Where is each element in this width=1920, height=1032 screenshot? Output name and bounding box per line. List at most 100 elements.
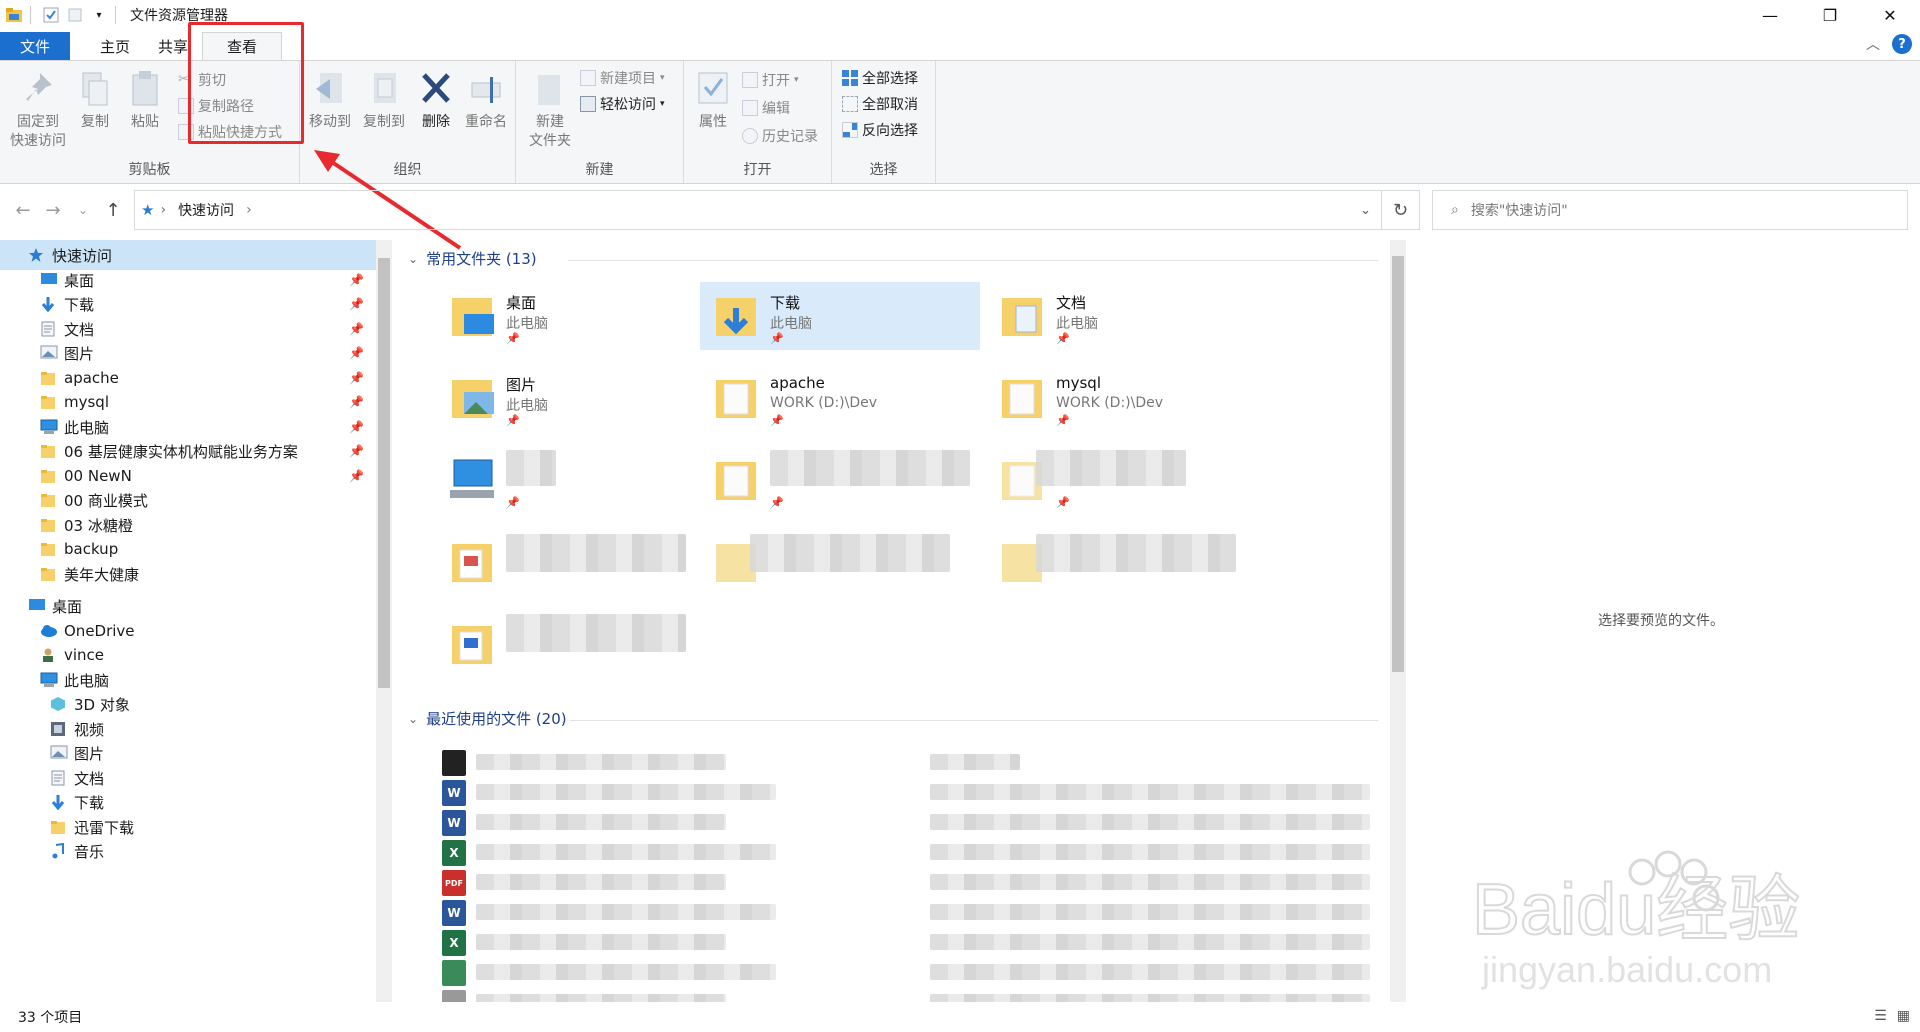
picture-icon bbox=[40, 345, 58, 361]
open-label: 打开 bbox=[762, 73, 790, 89]
blurred-content bbox=[476, 814, 726, 830]
history-icon bbox=[742, 128, 758, 144]
tab-home[interactable]: 主页 bbox=[86, 32, 144, 60]
new-folder-quick-icon[interactable] bbox=[65, 5, 85, 25]
paste-button[interactable]: 粘贴 bbox=[116, 69, 174, 132]
document-icon bbox=[40, 321, 58, 337]
tab-file[interactable]: 文件 bbox=[0, 32, 70, 60]
details-view-icon[interactable]: ☰ bbox=[1874, 1008, 1887, 1024]
file-type-icon bbox=[442, 960, 466, 986]
nav-scrollbar[interactable] bbox=[376, 240, 392, 1002]
easy-access-chevron-icon: ▾ bbox=[660, 99, 665, 109]
rename-button[interactable]: 重命名 bbox=[458, 69, 514, 132]
easy-access-icon bbox=[580, 96, 596, 112]
select-all-button[interactable]: 全部选择 bbox=[842, 67, 918, 89]
sidebar-item-label: 00 商业模式 bbox=[64, 491, 148, 510]
select-none-button[interactable]: 全部取消 bbox=[842, 93, 918, 115]
folder-tile-blurred[interactable] bbox=[436, 528, 716, 596]
sidebar-item-label: 桌面 bbox=[52, 597, 83, 616]
blurred-content bbox=[476, 994, 726, 1002]
open-button[interactable]: 打开 ▾ bbox=[742, 69, 799, 91]
sidebar-item-label: 下载 bbox=[74, 793, 105, 812]
open-group: 属性 打开 ▾ 编辑 历史记录 打开 bbox=[684, 61, 832, 183]
delete-x-icon bbox=[422, 73, 450, 103]
content-scrollbar-thumb[interactable] bbox=[1392, 256, 1404, 672]
properties-check-icon[interactable] bbox=[41, 5, 61, 25]
sidebar-item-label: vince bbox=[64, 646, 105, 664]
frequent-folders-header[interactable]: ⌄ 常用文件夹 (13) bbox=[408, 248, 537, 269]
paste-icon bbox=[132, 71, 158, 106]
folder-tile-this-pc[interactable]: 📌 bbox=[436, 446, 716, 514]
up-arrow-icon[interactable]: ↑ bbox=[98, 200, 128, 221]
folder-icon bbox=[40, 468, 58, 484]
edit-icon bbox=[742, 100, 758, 116]
divider bbox=[570, 720, 1378, 721]
large-icons-view-icon[interactable]: ▦ bbox=[1897, 1008, 1910, 1024]
address-dropdown-chevron-icon[interactable]: ⌄ bbox=[1360, 203, 1371, 218]
blurred-content bbox=[930, 844, 1370, 860]
pin-icon: 📌 bbox=[349, 420, 364, 434]
new-group-label: 新建 bbox=[585, 162, 614, 178]
pin-icon: 📌 bbox=[1056, 496, 1070, 509]
move-to-button[interactable]: 移动到 bbox=[302, 69, 358, 132]
content-scrollbar[interactable] bbox=[1390, 240, 1406, 1002]
desktop-folder-icon bbox=[452, 298, 494, 336]
breadcrumb[interactable]: 快速访问 bbox=[178, 200, 234, 220]
recent-chevron-icon[interactable]: ⌄ bbox=[68, 203, 98, 217]
address-row: ← → ⌄ ↑ ★ › 快速访问 › ⌄ ↻ ⌕ 搜索"快速访问" bbox=[0, 190, 1920, 230]
folder-tile-blurred[interactable] bbox=[700, 528, 980, 596]
blurred-content bbox=[506, 534, 686, 572]
folder-tile-desktop[interactable]: 桌面 此电脑 📌 bbox=[436, 282, 716, 350]
sidebar-item[interactable]: 美年大健康 bbox=[0, 559, 376, 589]
sidebar-item[interactable]: 音乐 bbox=[0, 836, 376, 866]
divider bbox=[568, 260, 1378, 261]
folder-icon bbox=[40, 517, 58, 533]
pin-quick-access-button[interactable]: 固定到 快速访问 bbox=[8, 69, 68, 151]
search-input[interactable]: ⌕ 搜索"快速访问" bbox=[1432, 190, 1908, 230]
easy-access-button[interactable]: 轻松访问 ▾ bbox=[580, 93, 665, 115]
forward-arrow-icon[interactable]: → bbox=[38, 200, 68, 221]
maximize-button[interactable]: ❐ bbox=[1800, 0, 1860, 30]
edit-button[interactable]: 编辑 bbox=[742, 97, 790, 119]
properties-button[interactable]: 属性 bbox=[686, 69, 740, 132]
close-button[interactable]: ✕ bbox=[1860, 0, 1920, 30]
pin-icon: 📌 bbox=[506, 332, 520, 345]
recent-files-header[interactable]: ⌄ 最近使用的文件 (20) bbox=[408, 708, 567, 729]
invert-selection-button[interactable]: 反向选择 bbox=[842, 119, 918, 141]
blurred-content bbox=[476, 874, 726, 890]
tile-name: 下载 bbox=[770, 294, 801, 312]
folder-tile-apache[interactable]: apache WORK (D:)\Dev 📌 bbox=[700, 364, 980, 432]
folder-icon bbox=[716, 462, 756, 500]
help-icon[interactable]: ? bbox=[1892, 34, 1912, 54]
refresh-icon[interactable]: ↻ bbox=[1382, 190, 1420, 230]
file-type-icon: W bbox=[442, 900, 466, 926]
folder-tile-pictures[interactable]: 图片 此电脑 📌 bbox=[436, 364, 716, 432]
invert-selection-icon bbox=[842, 122, 858, 138]
back-arrow-icon[interactable]: ← bbox=[8, 200, 38, 221]
address-bar[interactable]: ★ › 快速访问 › ⌄ bbox=[134, 190, 1382, 230]
blurred-content bbox=[476, 784, 776, 800]
tile-name: apache bbox=[770, 374, 825, 392]
folder-tile-blurred[interactable] bbox=[436, 610, 716, 678]
delete-button[interactable]: 删除 bbox=[412, 69, 460, 132]
copy-to-button[interactable]: 复制到 bbox=[356, 69, 412, 132]
collapse-ribbon-chevron-icon[interactable]: ︿ bbox=[1866, 34, 1880, 54]
pin-icon: 📌 bbox=[506, 414, 520, 427]
customize-toolbar-chevron-icon[interactable]: ▾ bbox=[89, 5, 109, 25]
open-group-label: 打开 bbox=[743, 162, 772, 178]
folder-tile-downloads[interactable]: 下载 此电脑 📌 bbox=[700, 282, 980, 350]
history-button[interactable]: 历史记录 bbox=[742, 125, 818, 147]
copy-label: 复制 bbox=[81, 114, 109, 130]
sidebar-item-label: 3D 对象 bbox=[74, 695, 130, 714]
tile-name: 桌面 bbox=[506, 294, 537, 312]
new-item-button[interactable]: 新建项目 ▾ bbox=[580, 67, 665, 89]
new-folder-button[interactable]: 新建 文件夹 bbox=[520, 69, 580, 151]
nav-scrollbar-thumb[interactable] bbox=[378, 258, 390, 688]
folder-tile-mysql[interactable]: mysql WORK (D:)\Dev 📌 bbox=[986, 364, 1266, 432]
folder-tile-blurred[interactable]: 📌 bbox=[700, 446, 980, 514]
pin-label-1: 固定到 bbox=[17, 114, 59, 130]
folder-tile-documents[interactable]: 文档 此电脑 📌 bbox=[986, 282, 1266, 350]
folder-tile-blurred[interactable]: 📌 bbox=[986, 446, 1266, 514]
folder-tile-blurred[interactable] bbox=[986, 528, 1266, 596]
minimize-button[interactable]: — bbox=[1740, 0, 1800, 30]
